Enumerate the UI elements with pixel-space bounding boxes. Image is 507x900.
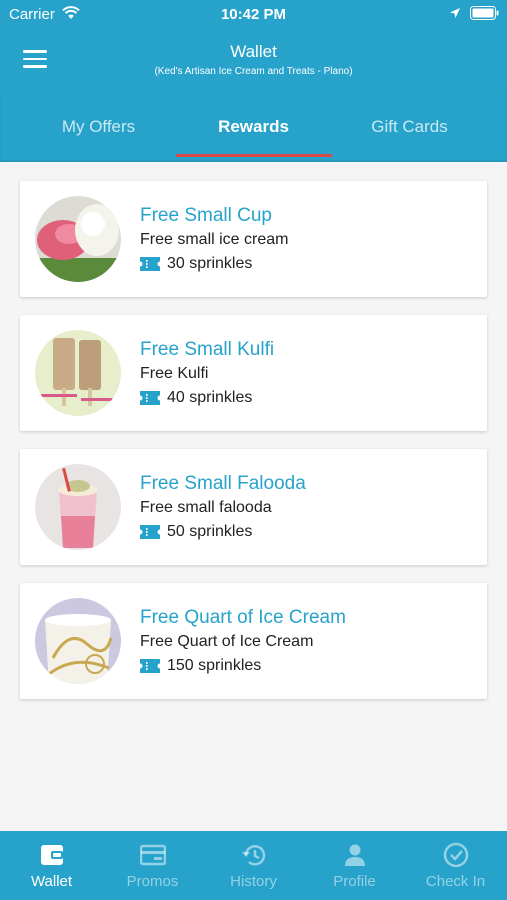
status-time: 10:42 PM	[220, 6, 287, 23]
tabbar-label: Profile	[333, 873, 376, 890]
nav-bar: Wallet (Ked's Artisan Ice Cream and Trea…	[0, 28, 507, 94]
reward-description: Free Kulfi	[140, 365, 209, 382]
tabbar-label: Check In	[425, 873, 486, 890]
ticket-icon	[140, 391, 160, 405]
tabbar-wallet[interactable]: Wallet	[1, 831, 102, 900]
reward-title: Free Small Cup	[140, 205, 272, 226]
check-circle-icon	[443, 842, 469, 868]
reward-points: 30 sprinkles	[167, 255, 253, 272]
tabbar-label: Wallet	[30, 873, 73, 890]
tabbar-history[interactable]: History	[203, 831, 304, 900]
tabbar-label: Promos	[126, 873, 179, 890]
reward-points: 50 sprinkles	[167, 523, 253, 540]
reward-title: Free Small Falooda	[140, 473, 306, 494]
tab-my-offers[interactable]: My Offers	[14, 94, 183, 162]
reward-card[interactable]: Free Small Cup Free small ice cream 30 s…	[20, 181, 487, 297]
tab-rewards[interactable]: Rewards	[169, 94, 338, 162]
rewards-list: Free Small Cup Free small ice cream 30 s…	[20, 181, 487, 717]
location-arrow-icon	[450, 8, 460, 18]
reward-image-falooda	[35, 464, 121, 550]
reward-points: 40 sprinkles	[167, 389, 253, 406]
tabbar-label: History	[230, 873, 277, 890]
battery-icon	[470, 6, 499, 20]
reward-card[interactable]: Free Small Kulfi Free Kulfi 40 sprinkles	[20, 315, 487, 431]
reward-card[interactable]: Free Quart of Ice Cream Free Quart of Ic…	[20, 583, 487, 699]
status-bar: Carrier 10:42 PM	[0, 0, 507, 28]
promo-card-icon	[140, 844, 166, 866]
page-title: Wallet	[230, 42, 277, 61]
ticket-icon	[140, 525, 160, 539]
reward-card[interactable]: Free Small Falooda Free small falooda 50…	[20, 449, 487, 565]
reward-image-quart	[35, 598, 121, 684]
reward-description: Free small ice cream	[140, 231, 289, 248]
tabbar-promos[interactable]: Promos	[102, 831, 203, 900]
wallet-tabs: My Offers Rewards Gift Cards	[0, 94, 507, 162]
reward-description: Free Quart of Ice Cream	[140, 633, 314, 650]
tabbar-check-in[interactable]: Check In	[405, 831, 506, 900]
profile-icon	[345, 844, 365, 866]
reward-title: Free Quart of Ice Cream	[140, 607, 346, 628]
tab-gift-cards[interactable]: Gift Cards	[325, 94, 494, 162]
reward-image-small-cup	[35, 196, 121, 282]
history-icon	[242, 845, 266, 866]
bottom-tab-bar: Wallet Promos History Profile Check In	[0, 831, 507, 900]
active-tab-indicator	[176, 154, 332, 157]
tabbar-profile[interactable]: Profile	[304, 831, 405, 900]
reward-title: Free Small Kulfi	[140, 339, 275, 360]
reward-points: 150 sprinkles	[167, 657, 262, 674]
header: Carrier 10:42 PM Wallet (Ked's Artisan I…	[0, 0, 507, 162]
reward-image-kulfi	[35, 330, 121, 416]
ticket-icon	[140, 257, 160, 271]
store-subtitle: (Ked's Artisan Ice Cream and Treats - Pl…	[154, 66, 353, 77]
ticket-icon	[140, 659, 160, 673]
reward-description: Free small falooda	[140, 499, 272, 516]
wallet-icon	[41, 845, 63, 865]
